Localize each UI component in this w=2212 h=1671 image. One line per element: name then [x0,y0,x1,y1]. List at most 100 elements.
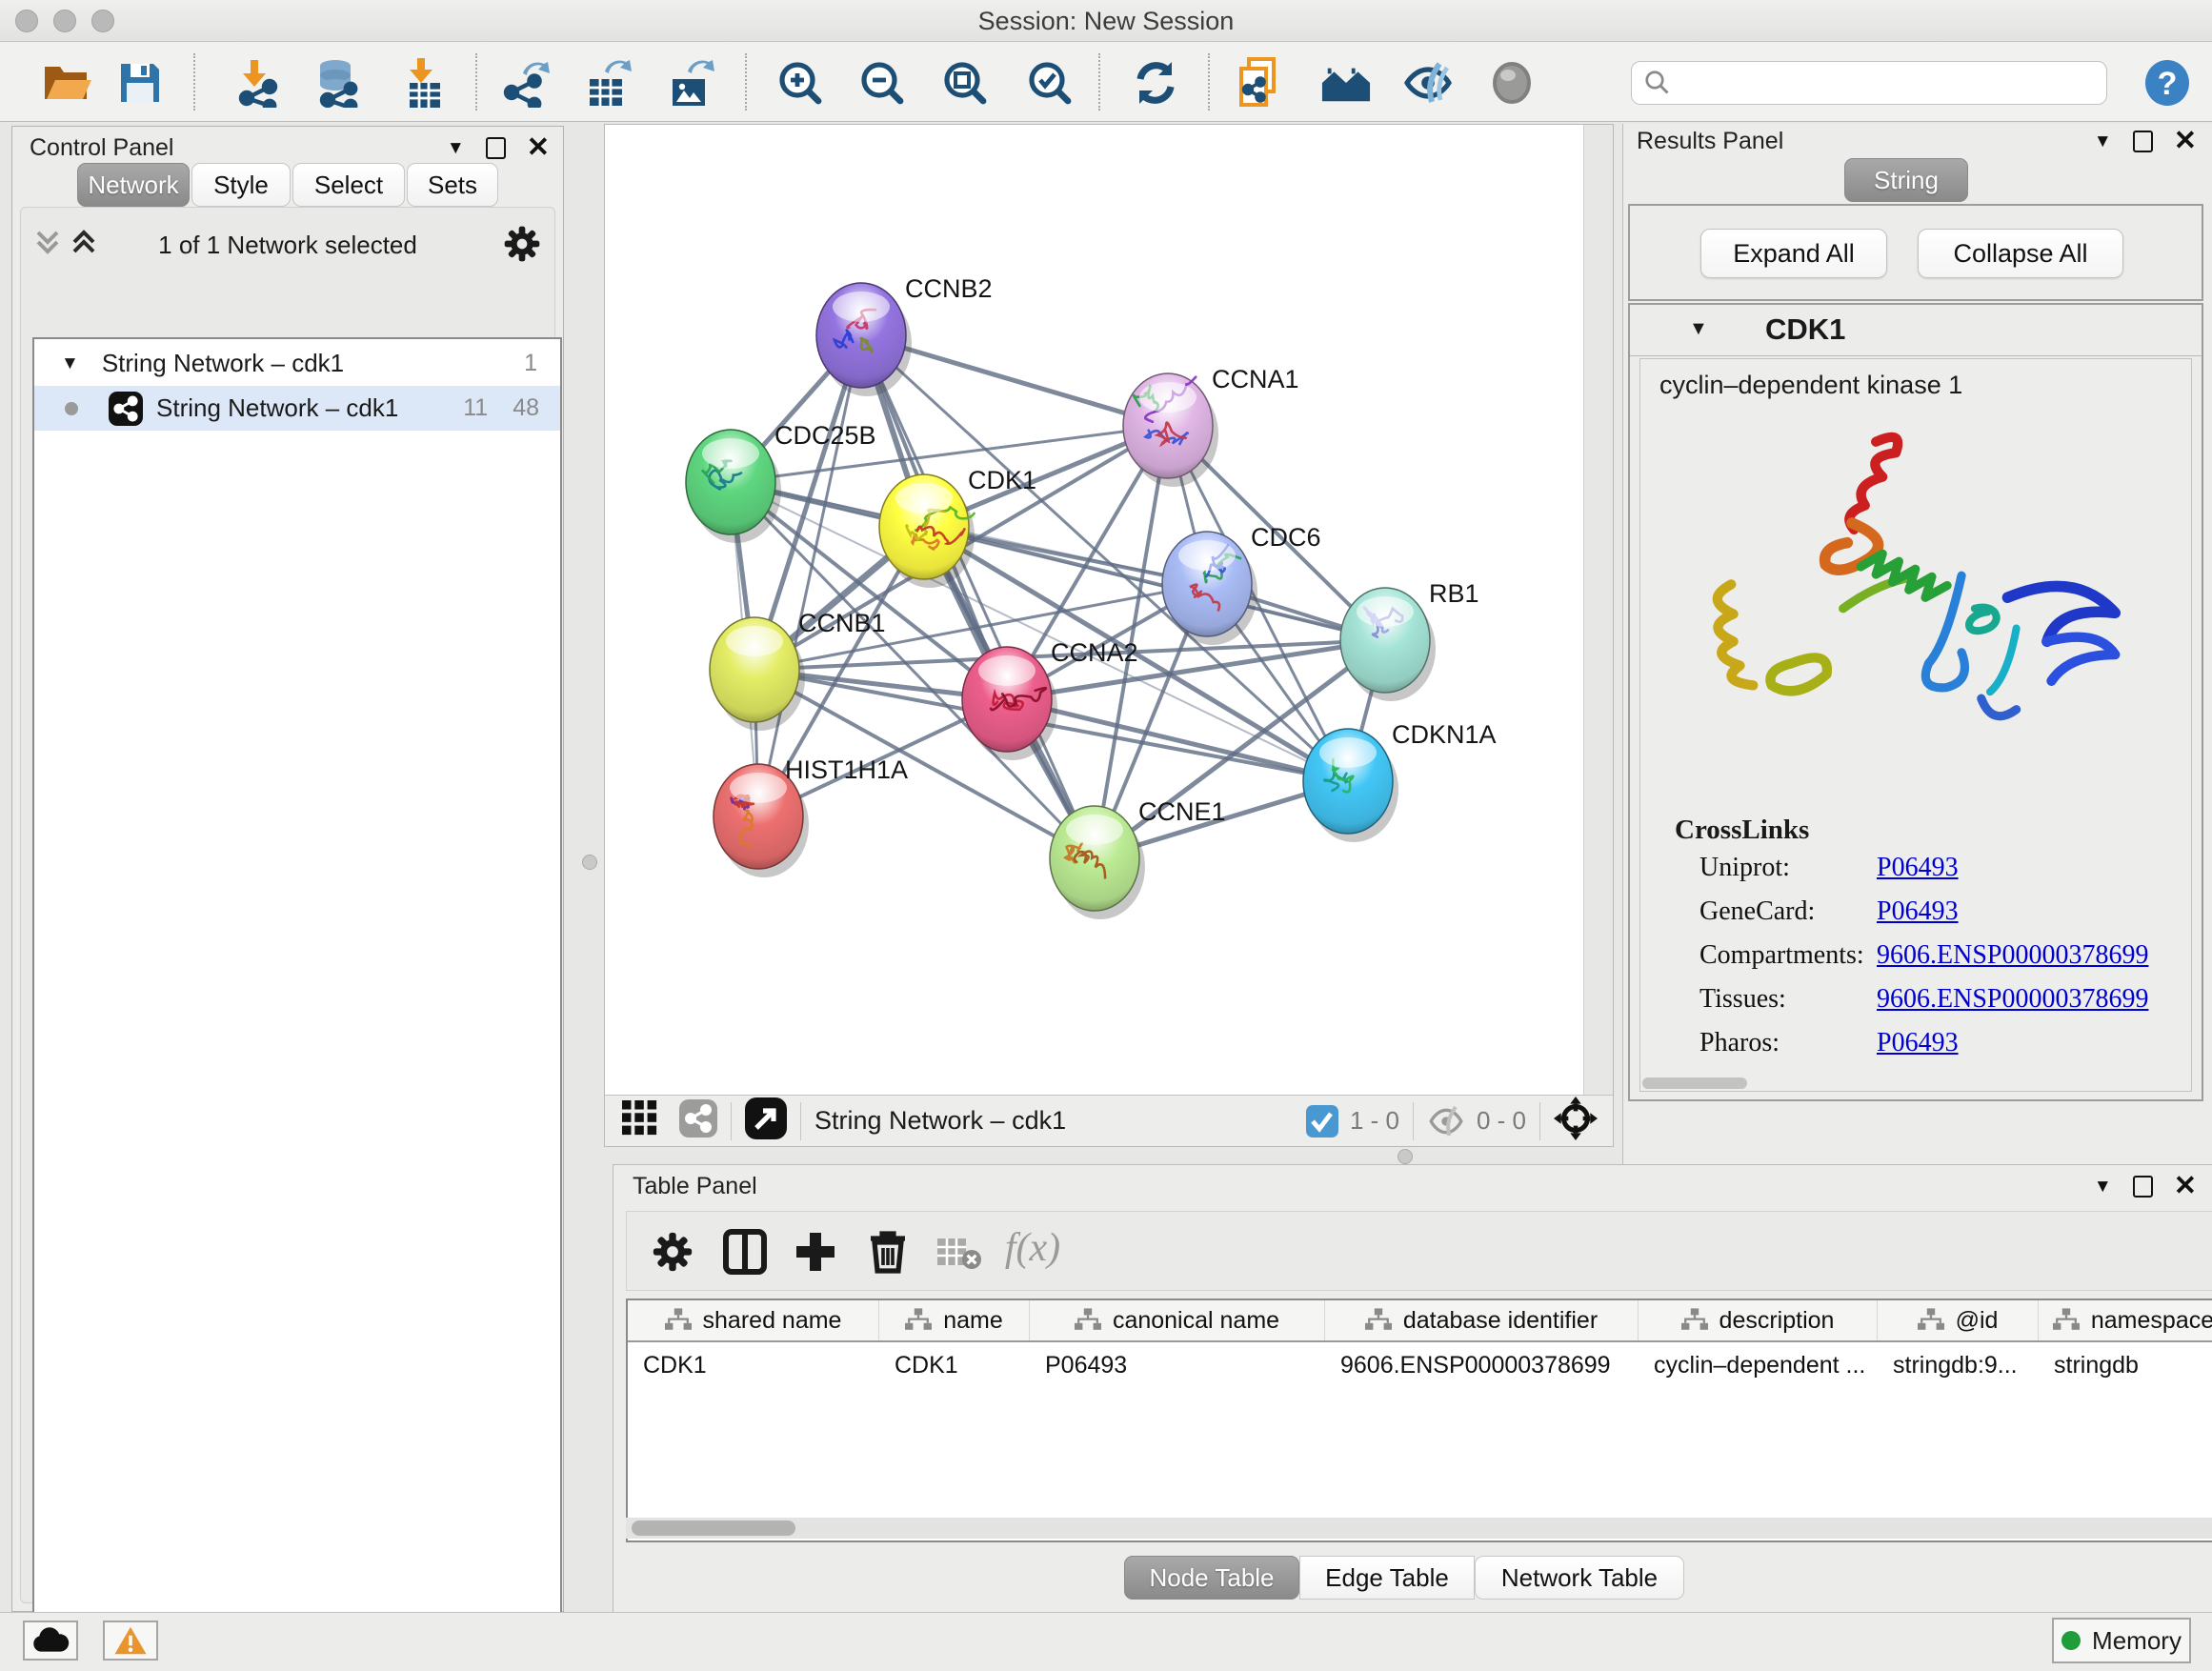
import-network-database-button[interactable] [312,57,363,109]
column-header-description[interactable]: description [1639,1300,1878,1340]
toolbar-divider [745,53,747,111]
table-hscroll-thumb[interactable] [632,1520,795,1536]
refresh-button[interactable] [1130,57,1181,109]
crosslink-genecard-link[interactable]: P06493 [1877,896,1959,927]
hide-selected-button[interactable] [1403,57,1455,109]
cell-description[interactable]: cyclin–dependent ... [1639,1344,1878,1386]
cell--id[interactable]: stringdb:9... [1878,1344,2039,1386]
control-panel-menu-button[interactable]: ▼ [447,139,465,157]
function-builder-button[interactable]: f(x) [1004,1219,1061,1277]
results-hscroll-thumb[interactable] [1642,1077,1747,1089]
results-panel-close-button[interactable]: ✕ [2174,128,2197,155]
node-label-RB1: RB1 [1429,579,1479,608]
tab-node-table[interactable]: Node Table [1124,1556,1299,1600]
export-network-button[interactable] [499,57,551,109]
collapse-all-button[interactable]: Collapse All [1918,229,2123,278]
tab-select[interactable]: Select [292,163,405,207]
export-table-button[interactable] [581,57,633,109]
protein-structure-image [1684,422,2151,784]
column-header-canonical-name[interactable]: canonical name [1030,1300,1325,1340]
control-panel-float-button[interactable] [486,137,506,159]
node-label-HIST1H1A: HIST1H1A [785,755,908,784]
network-list: ▼ String Network – cdk1 1 String Network… [32,337,562,1641]
zoom-selected-button[interactable] [1024,57,1076,109]
crosslink-pharos-link[interactable]: P06493 [1877,1028,1959,1058]
clone-network-button[interactable] [1235,57,1286,109]
show-columns-button[interactable] [716,1223,774,1280]
results-panel-title: Results Panel [1637,128,1783,155]
memory-button[interactable]: Memory [2052,1618,2191,1663]
table-row[interactable]: CDK1CDK1P064939606.ENSP00000378699cyclin… [628,1344,2212,1386]
collection-expand-triangle-icon[interactable]: ▼ [61,353,79,374]
zoom-selected-icon [1026,59,1074,107]
table-panel-close-button[interactable]: ✕ [2174,1173,2197,1200]
delete-table-icon [935,1233,981,1271]
zoom-out-button[interactable] [856,57,908,109]
first-neighbors-button[interactable] [1320,57,1372,109]
results-panel-float-button[interactable] [2133,131,2153,152]
cell-database-identifier[interactable]: 9606.ENSP00000378699 [1325,1344,1639,1386]
tab-sets[interactable]: Sets [407,163,498,207]
toolbar-divider [475,53,477,111]
help-button[interactable]: ? [2142,57,2193,109]
cloud-status-button[interactable] [23,1621,78,1661]
column-header-name[interactable]: name [879,1300,1030,1340]
toolbar-divider [1208,53,1210,111]
edge-CCNB2-HIST1H1A[interactable] [758,335,861,816]
detach-view-button[interactable] [745,1097,787,1144]
column-header-database-identifier[interactable]: database identifier [1325,1300,1639,1340]
export-image-button[interactable] [664,57,715,109]
tab-edge-table[interactable]: Edge Table [1299,1556,1475,1600]
cell-name[interactable]: CDK1 [879,1344,1030,1386]
selected-checkbox-icon[interactable] [1306,1105,1338,1137]
open-session-button[interactable] [42,57,93,109]
delete-column-button[interactable] [859,1223,916,1280]
zoom-in-button[interactable] [774,57,826,109]
birds-eye-grid-button[interactable] [622,1100,658,1141]
network-name: String Network – cdk1 [156,393,398,423]
network-options-gear-button[interactable] [503,225,541,268]
crosslink-uniprot-link[interactable]: P06493 [1877,853,1959,883]
expand-all-button[interactable]: Expand All [1700,229,1887,278]
column-header--id[interactable]: @id [1878,1300,2039,1340]
crosslink-compartments-link[interactable]: 9606.ENSP00000378699 [1877,940,2148,971]
delete-table-button[interactable] [930,1223,987,1280]
zoom-fit-button[interactable] [939,57,991,109]
network-overview-toggle-button[interactable] [679,1099,717,1142]
search-input[interactable] [1631,61,2107,105]
column-header-namespace[interactable]: namespace [2039,1300,2212,1340]
protein-collapse-triangle-icon[interactable]: ▼ [1689,318,1708,340]
left-splitter-handle[interactable] [582,855,597,870]
table-panel-float-button[interactable] [2133,1176,2153,1198]
cell-shared-name[interactable]: CDK1 [628,1344,879,1386]
results-panel-menu-button[interactable]: ▼ [2094,132,2112,151]
crosslink-tissues-link[interactable]: 9606.ENSP00000378699 [1877,984,2148,1015]
column-tree-icon [1918,1308,1944,1333]
columns-icon [723,1229,767,1275]
tab-string-results[interactable]: String [1844,158,1968,202]
tab-network-table[interactable]: Network Table [1475,1556,1684,1600]
create-column-button[interactable] [787,1223,844,1280]
cell-canonical-name[interactable]: P06493 [1030,1344,1325,1386]
network-canvas[interactable]: CDK1CCNB1CCNB2CCNA1CCNA2CCNE1CDC25BCDC6R… [605,125,1584,1095]
network-row[interactable]: String Network – cdk1 11 48 [34,386,560,431]
tab-style[interactable]: Style [191,163,291,207]
warnings-button[interactable] [103,1621,158,1661]
import-network-file-button[interactable] [232,57,284,109]
show-all-button[interactable] [1486,57,1538,109]
table-panel-title: Table Panel [633,1173,757,1200]
table-panel-menu-button[interactable]: ▼ [2094,1178,2112,1196]
table-horizontal-scrollbar[interactable] [626,1518,2212,1539]
import-table-file-button[interactable] [399,57,451,109]
column-header-shared-name[interactable]: shared name [628,1300,879,1340]
status-bar: Memory [0,1612,2212,1671]
network-collection-row[interactable]: ▼ String Network – cdk1 1 [34,341,560,386]
control-panel-close-button[interactable]: ✕ [527,134,550,162]
save-session-button[interactable] [114,57,166,109]
horizontal-splitter-handle[interactable] [1398,1149,1413,1164]
protein-header-row[interactable]: ▼ CDK1 [1630,305,2202,356]
fit-content-button[interactable] [1554,1097,1598,1145]
cell-namespace[interactable]: stringdb [2039,1344,2212,1386]
table-options-gear-button[interactable] [644,1223,701,1280]
tab-network[interactable]: Network [77,163,190,207]
